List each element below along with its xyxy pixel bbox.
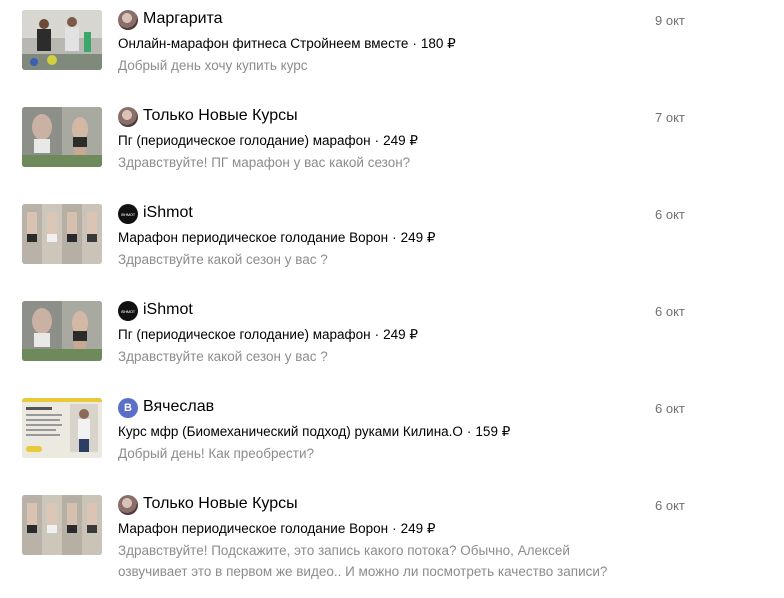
listing-thumbnail[interactable] bbox=[22, 204, 102, 264]
sender-name[interactable]: Вячеслав bbox=[143, 397, 214, 417]
message-preview: Здравствуйте! ПГ марафон у вас какой сез… bbox=[118, 155, 411, 170]
fitness-group-photo-icon bbox=[22, 10, 102, 70]
course-slide-icon bbox=[22, 398, 102, 458]
message-date: 6 окт bbox=[655, 401, 685, 416]
listing-title-line[interactable]: Онлайн-марафон фитнеса Стройнеем вместе ·… bbox=[118, 35, 456, 53]
listing-title-line[interactable]: Пг (периодическое голодание) марафон · 249… bbox=[118, 132, 418, 150]
message-preview: Добрый день! Как преобрести? bbox=[118, 446, 315, 461]
message-preview: Здравствуйте какой сезон у вас ? bbox=[118, 252, 328, 267]
avatar-letter: В bbox=[124, 402, 132, 414]
message-date: 6 окт bbox=[655, 498, 685, 513]
before-after-photo-icon bbox=[22, 301, 102, 361]
listing-title-line[interactable]: Курс мфр (Биомеханический подход) руками… bbox=[118, 423, 510, 441]
message-item[interactable]: В Вячеслав 6 окт Курс мфр (Биомеханическ… bbox=[0, 388, 784, 478]
sender-name[interactable]: iShmot bbox=[143, 300, 193, 320]
message-item[interactable]: Маргарита 9 окт Онлайн-марафон фитнеса С… bbox=[0, 0, 784, 90]
message-preview: Здравствуйте какой сезон у вас ? bbox=[118, 349, 328, 364]
message-date: 9 окт bbox=[655, 13, 685, 28]
body-photos-row-icon bbox=[22, 204, 102, 264]
message-date: 6 окт bbox=[655, 304, 685, 319]
brand-logo: iSHMOT bbox=[120, 211, 136, 217]
listing-title: Марафон периодическое голодание Ворон bbox=[118, 230, 389, 245]
message-item[interactable]: iSHMOT iShmot 6 окт Пг (периодическое го… bbox=[0, 291, 784, 381]
body-photos-row-icon bbox=[22, 495, 102, 555]
sender-avatar[interactable] bbox=[118, 10, 138, 30]
sender-avatar[interactable]: В bbox=[118, 398, 138, 418]
listing-title: Курс мфр (Биомеханический подход) руками… bbox=[118, 424, 463, 439]
listing-title: Марафон периодическое голодание Ворон bbox=[118, 521, 389, 536]
sender-name[interactable]: Только Новые Курсы bbox=[143, 494, 298, 514]
message-item[interactable]: Только Новые Курсы 7 окт Пг (периодическ… bbox=[0, 97, 784, 187]
listing-title-line[interactable]: Марафон периодическое голодание Ворон · 24… bbox=[118, 229, 435, 247]
separator-dot: · bbox=[374, 133, 380, 148]
listing-title-line[interactable]: Пг (периодическое голодание) марафон · 249… bbox=[118, 326, 418, 344]
separator-dot: · bbox=[392, 521, 397, 536]
sender-name[interactable]: iShmot bbox=[143, 203, 193, 223]
message-date: 7 окт bbox=[655, 110, 685, 125]
message-preview: Здравствуйте! Подскажите, это запись как… bbox=[118, 543, 608, 579]
sender-avatar[interactable] bbox=[118, 107, 138, 127]
message-item[interactable]: iSHMOT iShmot 6 окт Марафон периодическо… bbox=[0, 194, 784, 284]
listing-price: 249 ₽ bbox=[400, 230, 436, 245]
listing-thumbnail[interactable] bbox=[22, 301, 102, 361]
message-preview: Добрый день хочу купить курс bbox=[118, 58, 308, 73]
sender-avatar[interactable]: iSHMOT bbox=[118, 204, 138, 224]
separator-dot: · bbox=[392, 230, 397, 245]
listing-title: Пг (периодическое голодание) марафон bbox=[118, 327, 371, 342]
listing-price: 249 ₽ bbox=[383, 133, 418, 148]
listing-price: 249 ₽ bbox=[400, 521, 436, 536]
sender-name[interactable]: Только Новые Курсы bbox=[143, 106, 298, 126]
sender-name[interactable]: Маргарита bbox=[143, 9, 223, 29]
message-item[interactable]: Только Новые Курсы 6 окт Марафон периоди… bbox=[0, 485, 784, 595]
sender-avatar[interactable] bbox=[118, 495, 138, 515]
listing-thumbnail[interactable] bbox=[22, 107, 102, 167]
listing-thumbnail[interactable] bbox=[22, 495, 102, 555]
message-date: 6 окт bbox=[655, 207, 685, 222]
listing-thumbnail[interactable] bbox=[22, 10, 102, 70]
separator-dot: · bbox=[466, 424, 472, 439]
listing-thumbnail[interactable] bbox=[22, 398, 102, 458]
listing-price: 159 ₽ bbox=[475, 424, 511, 439]
before-after-photo-icon bbox=[22, 107, 102, 167]
listing-title: Пг (периодическое голодание) марафон bbox=[118, 133, 371, 148]
separator-dot: · bbox=[374, 327, 380, 342]
sender-avatar[interactable]: iSHMOT bbox=[118, 301, 138, 321]
listing-price: 249 ₽ bbox=[383, 327, 418, 342]
listing-title: Онлайн-марафон фитнеса Стройнеем вместе bbox=[118, 36, 409, 51]
brand-logo: iSHMOT bbox=[120, 308, 136, 314]
listing-price: 180 ₽ bbox=[420, 36, 456, 51]
listing-title-line[interactable]: Марафон периодическое голодание Ворон · 24… bbox=[118, 520, 435, 538]
separator-dot: · bbox=[412, 36, 417, 51]
